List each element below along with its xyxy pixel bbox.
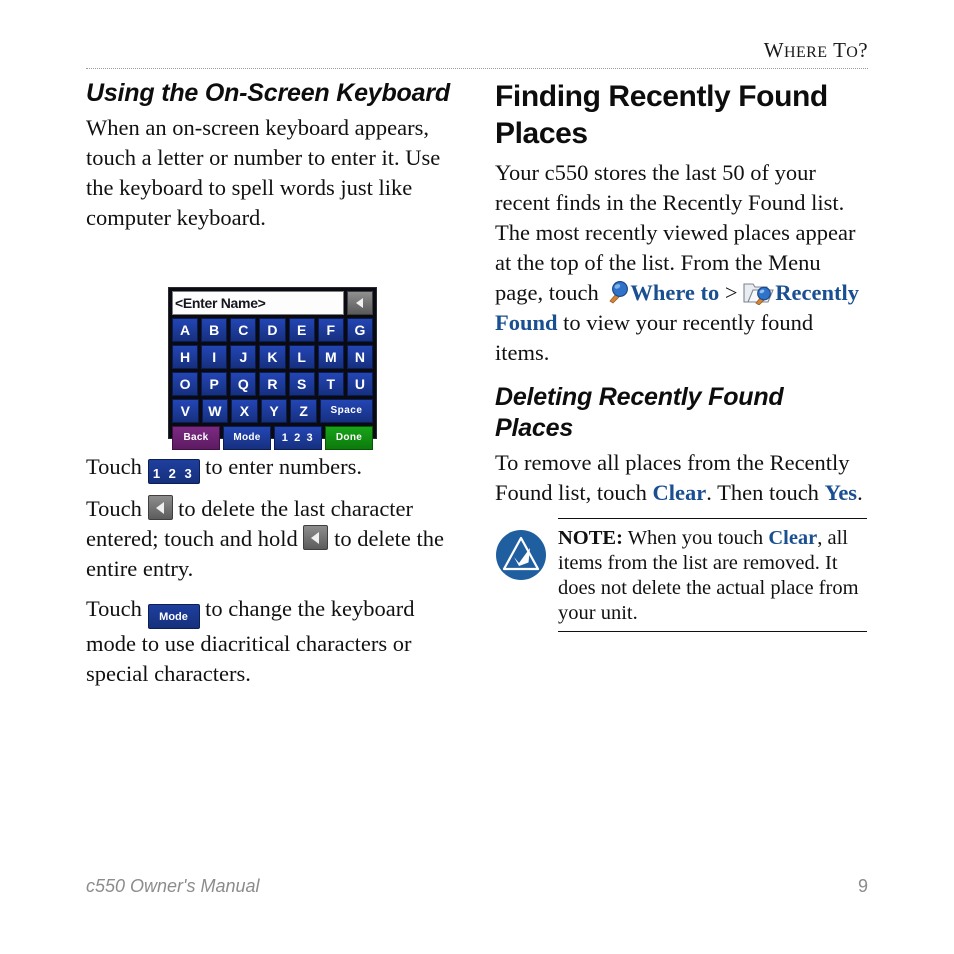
backspace-button-icon-2[interactable] — [303, 525, 329, 550]
key-m[interactable]: M — [317, 345, 344, 369]
key-e[interactable]: E — [288, 318, 315, 342]
key-back[interactable]: Back — [172, 426, 220, 450]
key-c[interactable]: C — [230, 318, 257, 342]
paragraph-mode: Touch Mode to change the keyboard mode t… — [86, 594, 458, 689]
note-text-a: When you touch — [622, 527, 769, 549]
note-body: NOTE: When you touch Clear, all items fr… — [495, 519, 867, 631]
delete-places-text-c: . — [857, 480, 863, 505]
button-123-icon[interactable]: 1 2 3 — [147, 459, 200, 484]
key-n[interactable]: N — [346, 345, 373, 369]
key-u[interactable]: U — [346, 372, 373, 396]
note-link-clear[interactable]: Clear — [768, 527, 817, 549]
header-title-cap-2: T — [833, 38, 847, 62]
left-section-heading: Using the On-Screen Keyboard — [86, 79, 450, 107]
left-column-lower: Touch 1 2 3 to enter numbers. Touch to d… — [86, 452, 458, 703]
key-f[interactable]: F — [317, 318, 344, 342]
right-subsection-heading: Deleting Recently Found Places — [495, 383, 784, 442]
touch-label-1: Touch — [86, 454, 148, 479]
keyboard-row-4: V W X Y Z Space — [172, 399, 374, 423]
key-q[interactable]: Q — [230, 372, 257, 396]
key-d[interactable]: D — [259, 318, 286, 342]
keyboard-backspace-icon[interactable] — [347, 291, 373, 315]
link-yes[interactable]: Yes — [825, 480, 858, 505]
keyboard-row-2: H I J K L M N — [172, 345, 373, 369]
key-x[interactable]: X — [231, 399, 258, 423]
note-callout: NOTE: When you touch Clear, all items fr… — [495, 518, 867, 632]
header-divider — [86, 68, 868, 69]
header-title: WHERE TO? — [764, 38, 868, 63]
paragraph-delete-places: To remove all places from the Recently F… — [495, 448, 867, 508]
right-section-heading: Finding Recently Found Places — [495, 80, 828, 150]
recently-found-folder-icon — [743, 279, 775, 306]
note-triangle-check-icon — [495, 529, 547, 581]
key-j[interactable]: J — [230, 345, 257, 369]
key-z[interactable]: Z — [290, 399, 317, 423]
page-footer: c550 Owner's Manual 9 — [86, 876, 868, 897]
keyboard-row-1: A B C D E F G — [172, 318, 373, 342]
link-separator: > — [719, 280, 744, 305]
left-intro-paragraph: When an on-screen keyboard appears, touc… — [86, 115, 441, 230]
key-o[interactable]: O — [172, 372, 199, 396]
key-r[interactable]: R — [259, 372, 286, 396]
backspace-button-icon-1[interactable] — [147, 495, 173, 520]
keyboard-text-field[interactable]: <Enter Name> — [172, 291, 344, 315]
touch-label-3: Touch — [86, 596, 148, 621]
footer-page-number: 9 — [857, 876, 868, 896]
key-v[interactable]: V — [172, 399, 199, 423]
touch-label-2: Touch — [86, 496, 148, 521]
key-b[interactable]: B — [201, 318, 228, 342]
paragraph-recently-found: Your c550 stores the last 50 of your rec… — [495, 158, 867, 368]
keyboard-row-functions: Back Mode 1 2 3 Done — [172, 426, 373, 450]
key-w[interactable]: W — [201, 399, 229, 423]
where-to-magnifier-icon — [604, 279, 630, 305]
button-mode-icon[interactable]: Mode — [147, 604, 200, 629]
right-column: Finding Recently Found Places Your c550 … — [495, 78, 867, 522]
document-page: WHERE TO? Using the On-Screen Keyboard W… — [0, 0, 954, 954]
footer-manual-title: c550 Owner's Manual — [86, 876, 260, 896]
keyboard-entry-row: <Enter Name> — [172, 291, 373, 315]
key-a[interactable]: A — [172, 318, 199, 342]
header-title-smallcaps-2: O — [846, 44, 859, 61]
header-title-smallcaps-1: HERE — [784, 44, 828, 61]
header-title-cap: W — [763, 38, 785, 62]
key-mode[interactable]: Mode — [223, 426, 271, 450]
keyboard-row-3: O P Q R S T U — [172, 372, 373, 396]
key-done[interactable]: Done — [325, 426, 373, 450]
paragraph-delete-character: Touch to delete the last character enter… — [86, 494, 458, 584]
key-i[interactable]: I — [201, 345, 228, 369]
header-title-question: ? — [858, 38, 868, 62]
note-label: NOTE: — [558, 527, 623, 549]
key-s[interactable]: S — [288, 372, 315, 396]
paragraph-enter-numbers: Touch 1 2 3 to enter numbers. — [86, 452, 458, 484]
note-text: NOTE: When you touch Clear, all items fr… — [558, 526, 867, 631]
key-l[interactable]: L — [288, 345, 315, 369]
left-column: Using the On-Screen Keyboard When an on-… — [86, 78, 458, 247]
key-y[interactable]: Y — [260, 399, 288, 423]
delete-places-text-b: . Then touch — [706, 480, 825, 505]
key-space[interactable]: Space — [319, 399, 374, 423]
link-where-to[interactable]: Where to — [630, 280, 719, 305]
key-numbers[interactable]: 1 2 3 — [274, 426, 322, 450]
key-h[interactable]: H — [172, 345, 199, 369]
link-clear[interactable]: Clear — [653, 480, 707, 505]
key-k[interactable]: K — [259, 345, 286, 369]
enter-numbers-text: to enter numbers. — [199, 454, 363, 479]
key-p[interactable]: P — [201, 372, 228, 396]
key-g[interactable]: G — [346, 318, 373, 342]
on-screen-keyboard-figure: <Enter Name> A B C D E F G H I J K L M N… — [168, 287, 377, 450]
note-bottom-rule — [558, 631, 867, 632]
key-t[interactable]: T — [317, 372, 344, 396]
running-header: WHERE TO? — [86, 38, 868, 70]
